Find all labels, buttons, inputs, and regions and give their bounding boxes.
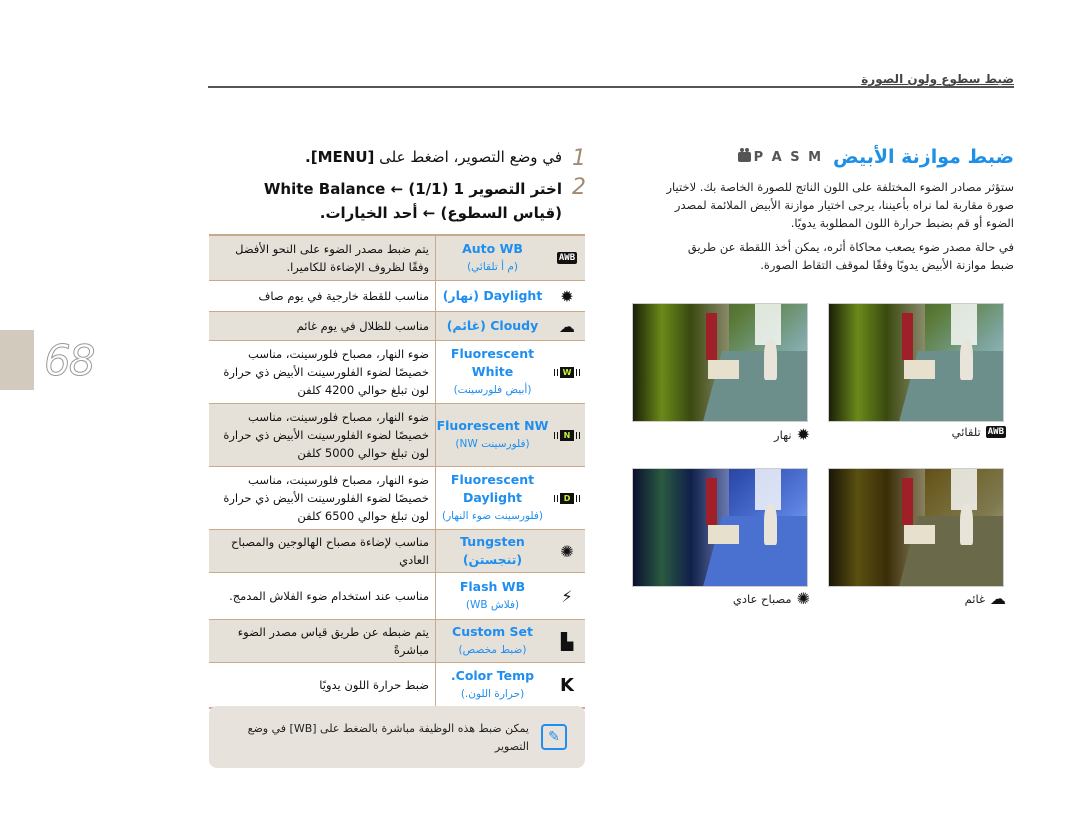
option-row-daylight: ✹ Daylight (نهار) مناسب للقطة خارجية في … <box>209 281 585 312</box>
step-2: 2 اختر التصوير 1 (1/1) ← White Balance (… <box>264 177 586 225</box>
video-mode-icon <box>737 148 751 162</box>
option-desc: مناسب لإضاءة مصباح الهالوجين والمصباح ال… <box>209 530 436 572</box>
intro-paragraph: ستؤثر مصادر الضوء المختلفة على اللون الن… <box>666 180 1014 230</box>
option-row-color-temp: K Color Temp. (حرارة اللون.) ضبط حرارة ال… <box>209 663 585 709</box>
option-row-flash-wb: ⚡ Flash WB (فلاش WB) مناسب عند استخدام ضو… <box>209 573 585 620</box>
photo-auto-wb <box>828 303 1004 422</box>
option-row-custom-set: ▙ Custom Set (ضبط مخصص) يتم ضبطه عن طريق … <box>209 620 585 663</box>
note-pencil-icon: ✎ <box>541 724 567 750</box>
bulb-icon: ✺ <box>796 589 810 608</box>
option-name: Fluorescent Daylight (فلورسينت ضوء النهار… <box>442 472 543 522</box>
option-desc: مناسب للقطة خارجية في يوم صاف <box>209 281 436 311</box>
option-name: Custom Set (ضبط مخصص) <box>452 624 533 656</box>
option-name: Flash WB (فلاش WB) <box>459 579 526 611</box>
option-row-fluorescent-nw: N Fluorescent NW (فلورسينت NW) ضوء النهار… <box>209 404 585 467</box>
step-1: 1 في وضع التصوير، اضغط على [MENU]. <box>305 148 586 170</box>
option-desc: مناسب عند استخدام ضوء الفلاش المدمج. <box>209 573 436 619</box>
fluorescent-daylight-icon: D <box>554 492 580 504</box>
shooting-modes: P A S M <box>737 148 824 165</box>
caption-text: نهار <box>774 427 792 442</box>
option-row-fluorescent-white: W Fluorescent White (أبيض فلورسينت) ضوء ا… <box>209 341 585 404</box>
cloud-icon: ☁ <box>990 589 1006 608</box>
caption-text: تلقائي <box>951 425 981 439</box>
option-name: Tungsten (تنجستن) <box>460 534 525 567</box>
step-instruction: اختر التصوير 1 (1/1) ← White Balance <box>263 180 562 198</box>
note-box: ✎ يمكن ضبط هذه الوظيفة مباشرة بالضغط على… <box>209 706 585 768</box>
step-instruction: في وضع التصوير، اضغط على <box>379 148 562 166</box>
option-desc: ضبط حرارة اللون يدويًا <box>209 663 436 707</box>
custom-set-icon: ▙ <box>560 631 574 651</box>
option-desc: يتم ضبط مصدر الضوء على النحو الأفضل وفقً… <box>209 236 436 280</box>
page-number: 68 <box>43 336 95 386</box>
fluorescent-white-icon: W <box>554 366 580 378</box>
step-text: في وضع التصوير، اضغط على [MENU]. <box>305 148 562 166</box>
caption-daylight: ✹ نهار <box>774 425 810 444</box>
page-tab <box>0 330 34 390</box>
caption-text: غائم <box>964 591 985 606</box>
section-header: ضبط سطوع ولون الصورة <box>208 68 1014 88</box>
option-desc: ضوء النهار، مصباح فلورسينت، مناسب خصيصًا… <box>209 467 436 529</box>
option-desc: ضوء النهار، مصباح فلورسينت، مناسب خصيصًا… <box>209 341 436 403</box>
awb-icon: AWB <box>556 252 578 264</box>
option-name: Cloudy (غائم) <box>446 318 539 333</box>
step-number: 2 <box>572 175 586 200</box>
option-name: Daylight (نهار) <box>442 288 543 303</box>
step-text: اختر التصوير 1 (1/1) ← White Balance (قي… <box>264 177 562 225</box>
option-row-tungsten: ✺ Tungsten (تنجستن) مناسب لإضاءة مصباح ا… <box>209 530 585 573</box>
mode-letters: P A S M <box>753 149 824 165</box>
sun-icon: ✹ <box>796 425 810 444</box>
tungsten-icon: ✺ <box>560 541 574 561</box>
kelvin-icon: K <box>560 674 574 696</box>
option-row-auto-wb: AWB Auto WB (م أ تلقائي) يتم ضبط مصدر الض… <box>209 236 585 281</box>
photo-cloudy <box>828 468 1004 587</box>
awb-icon: AWB <box>985 426 1006 438</box>
cloud-icon: ☁ <box>559 316 575 336</box>
option-name: Auto WB (م أ تلقائي) <box>462 241 523 273</box>
option-desc: مناسب للظلال في يوم غائم <box>209 312 436 340</box>
caption-tungsten: ✺ مصباح عادي <box>733 589 810 608</box>
photo-tungsten <box>632 468 808 587</box>
flash-icon: ⚡ <box>561 586 573 606</box>
option-desc: ضوء النهار، مصباح فلورسينت، مناسب خصيصًا… <box>209 404 436 466</box>
white-balance-title: ضبط موازنة الأبيض <box>833 146 1014 168</box>
option-name: Fluorescent NW (فلورسينت NW) <box>436 418 549 450</box>
option-name: Fluorescent White (أبيض فلورسينت) <box>450 346 535 396</box>
section-title-row: ضبط موازنة الأبيض P A S M <box>737 146 1014 168</box>
fluorescent-nw-icon: N <box>554 429 580 441</box>
step-number: 1 <box>572 146 586 171</box>
menu-key: [MENU]. <box>305 148 375 166</box>
intro-paragraph: في حالة مصدر ضوء يصعب محاكاة أثره، يمكن … <box>687 240 1014 272</box>
caption-cloudy: ☁ غائم <box>965 589 1006 608</box>
section-title: ضبط سطوع ولون الصورة <box>861 72 1014 86</box>
sun-icon: ✹ <box>560 286 574 306</box>
photo-daylight <box>632 303 808 422</box>
note-text: يمكن ضبط هذه الوظيفة مباشرة بالضغط على [… <box>247 722 529 753</box>
white-balance-options-table: AWB Auto WB (م أ تلقائي) يتم ضبط مصدر الض… <box>209 234 585 709</box>
option-row-fluorescent-daylight: D Fluorescent Daylight (فلورسينت ضوء النه… <box>209 467 585 530</box>
option-desc: يتم ضبطه عن طريق قياس مصدر الضوء مباشرةً <box>209 620 436 662</box>
option-name: Color Temp. (حرارة اللون.) <box>450 668 535 700</box>
option-row-cloudy: ☁ Cloudy (غائم) مناسب للظلال في يوم غائم <box>209 312 585 341</box>
caption-auto: AWB تلقائي <box>952 425 1006 439</box>
intro-text: ستؤثر مصادر الضوء المختلفة على اللون الن… <box>664 178 1014 280</box>
caption-text: مصباح عادي <box>732 591 792 606</box>
step-instruction: (قياس السطوع) ← أحد الخيارات. <box>319 204 562 222</box>
